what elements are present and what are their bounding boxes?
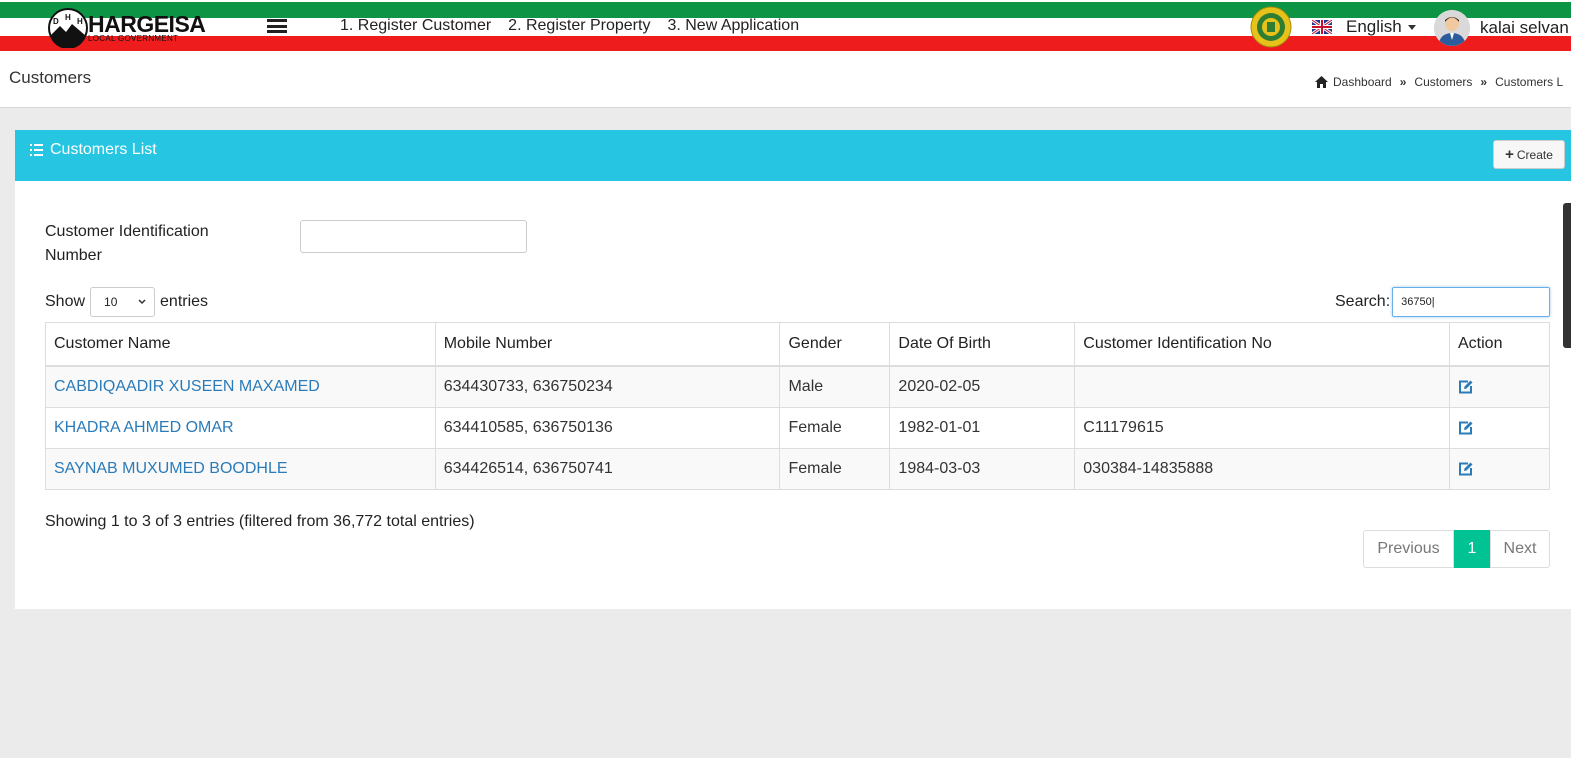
breadcrumb-customers[interactable]: Customers: [1414, 75, 1472, 89]
mobile-cell: 634430733, 636750234: [434, 365, 781, 408]
id-no-cell: C11179615: [1074, 407, 1450, 449]
logo-mark-letter-1: D: [53, 17, 59, 26]
col-action: Action: [1449, 322, 1550, 367]
page-length-select[interactable]: 10: [90, 287, 156, 317]
table-row: KHADRA AHMED OMAR 634410585, 636750136 F…: [45, 407, 1550, 449]
dob-cell: 2020-02-05: [889, 365, 1076, 408]
nav-register-property[interactable]: 2. Register Property: [508, 17, 650, 35]
breadcrumb-current: Customers L: [1495, 75, 1564, 89]
dob-cell: 1984-03-03: [889, 448, 1076, 490]
id-no-cell: 030384-14835888: [1074, 448, 1450, 490]
show-label: Show: [45, 293, 86, 310]
mobile-cell: 634426514, 636750741: [434, 448, 781, 490]
home-icon: [1315, 76, 1328, 88]
plus-icon: +: [1505, 146, 1514, 163]
logo-mark-icon: D H H: [48, 8, 88, 48]
nav-register-customer[interactable]: 1. Register Customer: [340, 17, 491, 35]
caret-down-icon: [1407, 24, 1416, 30]
customer-name-link[interactable]: KHADRA AHMED OMAR: [54, 419, 234, 436]
id-no-cell: [1074, 365, 1450, 408]
create-button[interactable]: + Create: [1493, 140, 1565, 169]
customer-name-link[interactable]: SAYNAB MUXUMED BOODHLE: [54, 460, 288, 477]
page-title: Customers: [9, 68, 92, 87]
user-menu[interactable]: kalai selvan: [1434, 10, 1569, 46]
top-nav: 1. Register Customer 2. Register Propert…: [340, 17, 799, 35]
logo-title: HARGEISA: [88, 11, 206, 37]
box-title: Customers List: [30, 141, 157, 159]
breadcrumb-dashboard[interactable]: Dashboard: [1333, 75, 1392, 89]
col-date-of-birth[interactable]: Date Of Birth: [889, 322, 1076, 367]
box-header: Customers List + Create: [15, 130, 1571, 181]
scrollbar[interactable]: [1563, 203, 1571, 348]
customers-table: Customer Name Mobile Number Gender Date …: [45, 322, 1550, 490]
col-gender[interactable]: Gender: [779, 322, 891, 367]
table-search: Search: 36750|: [1335, 287, 1551, 317]
pagination-next[interactable]: Next: [1490, 530, 1550, 568]
edit-icon[interactable]: [1458, 462, 1473, 476]
language-dropdown[interactable]: English: [1312, 17, 1416, 37]
page-length-control: Show 10 entries: [45, 287, 208, 317]
menu-toggle-icon[interactable]: [267, 19, 287, 33]
col-customer-id-no[interactable]: Customer Identification No: [1074, 322, 1450, 367]
table-header-row: Customer Name Mobile Number Gender Date …: [45, 322, 1550, 367]
entries-label: entries: [160, 293, 209, 310]
logo[interactable]: D H H HARGEISA LOCAL GOVERNMENT: [46, 8, 206, 48]
customer-name-link[interactable]: CABDIQAADIR XUSEEN MAXAMED: [54, 378, 320, 395]
list-icon: [30, 144, 43, 156]
create-button-label: Create: [1516, 147, 1553, 162]
dob-cell: 1982-01-01: [889, 407, 1076, 449]
customer-id-filter-input[interactable]: [300, 220, 527, 253]
col-customer-name[interactable]: Customer Name: [45, 322, 436, 367]
emblem-icon: [1250, 6, 1292, 48]
col-mobile-number[interactable]: Mobile Number: [434, 322, 781, 367]
mobile-cell: 634410585, 636750136: [434, 407, 781, 449]
gender-cell: Male: [779, 365, 891, 408]
chevron-down-icon: [138, 299, 146, 305]
nav-new-application[interactable]: 3. New Application: [667, 17, 799, 35]
table-info: Showing 1 to 3 of 3 entries (filtered fr…: [45, 513, 475, 530]
top-navbar: D H H HARGEISA LOCAL GOVERNMENT 1. Regis…: [0, 0, 1571, 53]
logo-mark-letter-2: H: [65, 13, 71, 22]
gender-cell: Female: [779, 448, 891, 490]
page-header: Customers Dashboard » Customers » Custom…: [0, 53, 1571, 108]
language-label: English: [1346, 17, 1402, 36]
pagination-previous[interactable]: Previous: [1363, 530, 1454, 568]
breadcrumb: Dashboard » Customers » Customers L: [1315, 75, 1563, 89]
search-label: Search:: [1335, 293, 1391, 310]
pagination-page-1[interactable]: 1: [1454, 530, 1490, 568]
customers-list-box: Customers List + Create Customer Identif…: [15, 130, 1571, 609]
user-name: kalai selvan: [1480, 18, 1569, 37]
flag-stripe-green: [0, 2, 1571, 18]
edit-icon[interactable]: [1458, 380, 1473, 394]
flag-stripe-red: [0, 36, 1571, 51]
gender-cell: Female: [779, 407, 891, 449]
table-row: CABDIQAADIR XUSEEN MAXAMED 634430733, 63…: [45, 365, 1550, 408]
breadcrumb-separator: »: [1399, 75, 1407, 89]
page-length-value: 10: [104, 295, 118, 309]
logo-mark-letter-3: H: [77, 17, 83, 26]
edit-icon[interactable]: [1458, 421, 1473, 435]
breadcrumb-separator: »: [1480, 75, 1488, 89]
table-row: SAYNAB MUXUMED BOODHLE 634426514, 636750…: [45, 448, 1550, 490]
customer-id-filter-label: Customer Identification Number: [45, 223, 209, 264]
uk-flag-icon: [1312, 20, 1332, 34]
box-title-text: Customers List: [50, 141, 157, 158]
avatar: [1434, 10, 1470, 46]
pagination: Previous 1 Next: [1363, 530, 1550, 568]
search-input[interactable]: 36750|: [1392, 287, 1551, 317]
